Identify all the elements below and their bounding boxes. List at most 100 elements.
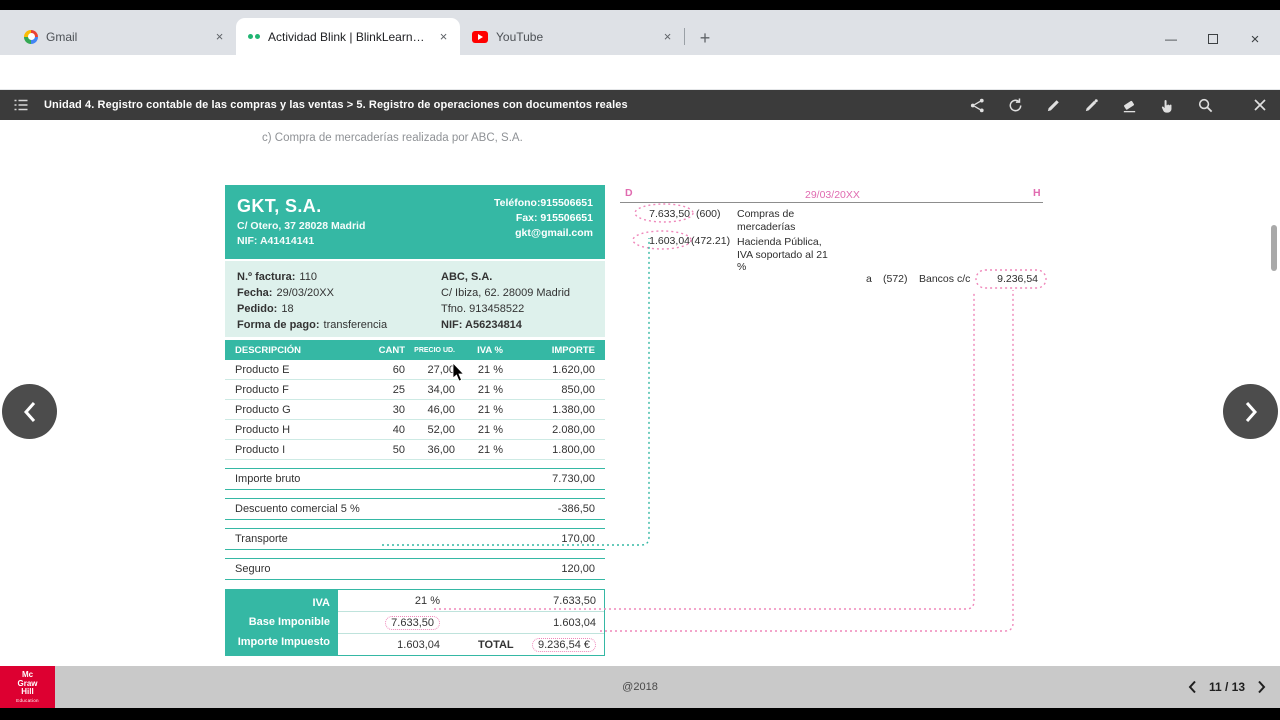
seller-nif: NIF: A41414141 [237,235,365,247]
search-icon[interactable] [1197,97,1214,114]
buyer-block: ABC, S.A. C/ Ibiza, 62. 28009 Madrid Tfn… [441,269,593,329]
tab-close-icon[interactable]: × [659,28,676,45]
tab-close-icon[interactable]: × [435,28,452,45]
blinklearning-favicon-icon [248,34,260,39]
footer-bar: Mc Graw Hill Education @2018 11 / 13 [0,666,1280,708]
totals-label-iva: IVA [233,597,330,609]
buyer-phone: Tfno. 913458522 [441,301,593,317]
maximize-icon [1208,34,1218,44]
table-row: Producto H4052,0021 %2.080,00 [225,420,605,440]
meta-label: N.º factura: [237,271,295,283]
breadcrumb: Unidad 4. Registro contable de las compr… [44,90,628,120]
debit-account-2: (472.21) [691,235,730,247]
share-icon[interactable] [969,97,986,114]
debit-name-2: Hacienda Pública, IVA soportado al 21 % [737,236,829,274]
buyer-nif: NIF: A56234814 [441,317,593,333]
totals-label-impuesto: Importe Impuesto [233,636,330,648]
toolbar-tools [969,90,1214,120]
debit-account-1: (600) [696,208,721,220]
lesson-content: c) Compra de mercaderías realizada por A… [0,120,1280,666]
close-window-button[interactable]: × [1234,26,1276,52]
seller-name: GKT, S.A. [237,196,365,217]
pager-prev-icon[interactable] [1188,680,1197,694]
index-list-icon[interactable] [12,96,30,114]
letterbox-top [0,0,1280,10]
meta-value: 18 [281,303,293,315]
pointer-hand-icon[interactable] [1159,97,1176,114]
tab-strip: Gmail × Actividad Blink | BlinkLearning … [0,10,1280,55]
chevron-left-icon [23,401,37,423]
table-row: Producto G3046,0021 %1.380,00 [225,400,605,420]
table-row: Producto I5036,0021 %1.800,00 [225,440,605,460]
table-row: Producto F2534,0021 %850,00 [225,380,605,400]
col-precio: PRECIO UD. [405,347,455,354]
debit-amount-2: 1.603,04 [636,235,690,247]
summary-row-seguro: Seguro120,00 [225,558,605,580]
page-indicator: 11 / 13 [1209,680,1245,694]
iva-amount: 1.603,04 [454,617,604,629]
meta-value: transferencia [324,319,388,331]
total-label: TOTAL [478,639,514,651]
invoice-table-header: DESCRIPCIÓN CANT PRECIO UD. IVA % IMPORT… [225,340,605,360]
pencil-icon[interactable] [1045,97,1062,114]
tab-gmail[interactable]: Gmail × [12,18,236,55]
table-row: Producto E6027,0021 %1.620,00 [225,360,605,380]
buyer-address: C/ Ibiza, 62. 28009 Madrid [441,285,593,301]
minimize-button[interactable]: — [1150,26,1192,52]
seller-address: C/ Otero, 37 28028 Madrid [237,220,365,232]
iva-rate: 21 % [338,595,454,607]
window-controls: — × [1150,26,1276,52]
maximize-button[interactable] [1192,26,1234,52]
tab-blinklearning[interactable]: Actividad Blink | BlinkLearning × [236,18,460,55]
summary-row-transporte: Transporte170,00 [225,528,605,550]
journal-entry: D 29/03/20XX H 7.633,50 (600) Compras de… [620,183,1048,298]
previous-page-arrow[interactable] [2,384,57,439]
credit-account: (572) [883,273,908,285]
mouse-cursor [452,363,466,383]
meta-value: 110 [299,271,317,283]
refresh-icon[interactable] [1007,97,1024,114]
meta-label: Forma de pago: [237,319,320,331]
eraser-icon[interactable] [1121,97,1138,114]
tab-label: Gmail [46,30,203,44]
base-imponible-value: 7.633,50 [385,616,440,630]
new-tab-button[interactable]: + [692,25,718,51]
invoice: GKT, S.A. C/ Otero, 37 28028 Madrid NIF:… [225,185,605,656]
tab-label: Actividad Blink | BlinkLearning [268,30,427,44]
scrollbar-thumb[interactable] [1271,225,1277,271]
tab-label: YouTube [496,30,651,44]
buyer-name: ABC, S.A. [441,269,593,285]
seller-fax: Fax: 915506651 [494,211,593,226]
debit-amount-1: 7.633,50 [638,208,690,220]
invoice-meta: N.º factura:110 Fecha:29/03/20XX Pedido:… [225,261,605,337]
chevron-right-icon [1244,401,1258,423]
credit-prefix: a [866,273,872,285]
letterbox-bottom [0,708,1280,720]
summary-row-importe-bruto: Importe bruto7.730,00 [225,468,605,490]
total-value: 9.236,54 € [532,638,596,652]
col-cant: CANT [365,345,405,356]
summary-row-descuento: Descuento comercial 5 %-386,50 [225,498,605,520]
credit-label: H [1033,187,1041,199]
meta-label: Fecha: [237,287,272,299]
page-navigator: 11 / 13 [1188,666,1266,708]
invoice-totals: IVA Base Imponible Importe Impuesto 21 %… [225,589,605,656]
impuesto-value: 1.603,04 [338,639,454,651]
lesson-toolbar: Unidad 4. Registro contable de las compr… [0,90,1280,120]
tab-youtube[interactable]: YouTube × [460,18,684,55]
seller-email: gkt@gmail.com [494,226,593,241]
journal-rule [620,202,1043,203]
next-page-arrow[interactable] [1223,384,1278,439]
gmail-favicon-icon [24,30,38,44]
tab-close-icon[interactable]: × [211,28,228,45]
pager-next-icon[interactable] [1257,680,1266,694]
meta-value: 29/03/20XX [276,287,334,299]
youtube-favicon-icon [472,31,488,43]
pen-icon[interactable] [1083,97,1100,114]
col-iva: IVA % [455,345,503,356]
journal-date: 29/03/20XX [805,189,860,201]
col-importe: IMPORTE [503,345,595,356]
base-amount: 7.633,50 [454,595,604,607]
invoice-header: GKT, S.A. C/ Otero, 37 28028 Madrid NIF:… [225,185,605,259]
close-lesson-icon[interactable] [1252,97,1268,113]
